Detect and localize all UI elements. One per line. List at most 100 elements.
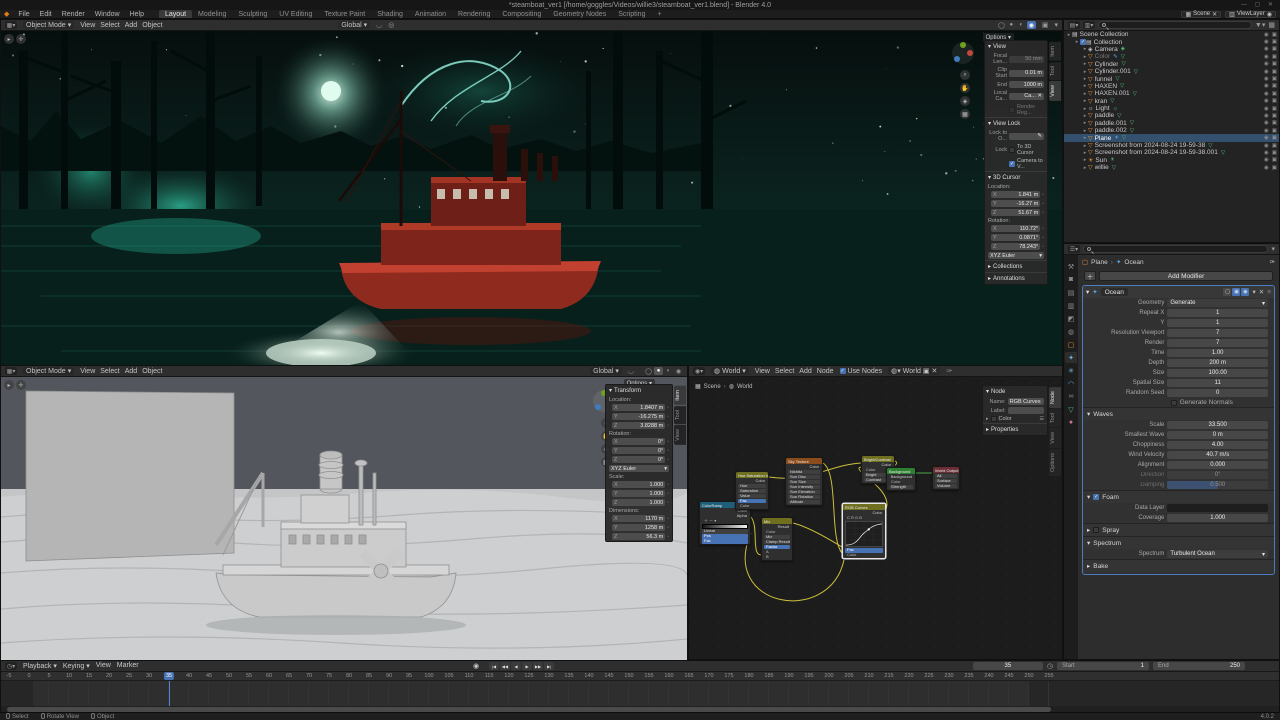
foam-section-header[interactable]: ▾✓Foam xyxy=(1083,490,1274,503)
to-3d-cursor-checkbox[interactable] xyxy=(1009,147,1015,153)
property-value-repeat-x[interactable]: 1 xyxy=(1167,309,1268,317)
camera-to-view-checkbox[interactable]: ✓ xyxy=(1009,161,1015,167)
menu-render[interactable]: Render xyxy=(57,10,90,18)
node-background[interactable]: BackgroundBackgroundColorStrength xyxy=(886,467,916,491)
rotation-order-dropdown[interactable]: XYZ Euler▾ xyxy=(988,252,1044,259)
lock-3d-cursor-row[interactable]: Lock To 3D Cursor xyxy=(985,143,1047,157)
filter-dropdown-icon[interactable]: ▾ xyxy=(1271,245,1275,253)
shading-rendered-button[interactable]: ◉ xyxy=(674,367,683,375)
property-value-time[interactable]: 1.00 xyxy=(1167,349,1268,357)
property-row[interactable]: Damping0.500 xyxy=(1083,480,1274,490)
property-row[interactable]: Random Seed0 xyxy=(1083,388,1274,398)
gizmos-icon[interactable]: ▾ xyxy=(1054,21,1058,29)
panel-collapsed-collections[interactable]: ▸Collections xyxy=(985,260,1047,272)
disable-render-toggle[interactable]: ▣ xyxy=(1272,46,1277,52)
npanel-tab-tool[interactable]: Tool xyxy=(674,406,686,424)
window-buttons[interactable]: — ▢ ✕ xyxy=(1241,1,1276,8)
axis-value-row[interactable]: X1170 m▫ xyxy=(606,514,672,523)
property-row[interactable]: SpectrumTurbulent Ocean▾ xyxy=(1083,549,1274,559)
outliner-row[interactable]: ▸▽HAXEN▽◉▣ xyxy=(1064,83,1279,90)
menu-help[interactable]: Help xyxy=(125,10,149,18)
property-value-direction[interactable]: 0° xyxy=(1167,471,1268,479)
lock-icon[interactable]: ▫ xyxy=(667,516,669,522)
view-setting-row[interactable]: End1000 m xyxy=(985,80,1047,89)
property-value-smallest-wave[interactable]: 0 m xyxy=(1167,431,1268,439)
gizmo-x-axis[interactable] xyxy=(967,50,973,56)
outliner-row[interactable]: ▸✓▤Collection◉▣ xyxy=(1064,38,1279,45)
workspace-tab-layout[interactable]: Layout xyxy=(159,10,192,18)
use-nodes-toggle[interactable]: ✓ Use Nodes xyxy=(840,368,883,375)
color-ramp-gradient[interactable] xyxy=(702,524,748,529)
property-row[interactable]: Coverage1.000 xyxy=(1083,513,1274,523)
properties-tab-view-layer[interactable]: ▥ xyxy=(1065,300,1077,311)
axis-value-row[interactable]: Y0°▫ xyxy=(606,446,672,455)
panel-collapsed-annotations[interactable]: ▸Annotations xyxy=(985,272,1047,284)
axis-z-field[interactable]: Z0° xyxy=(612,456,665,463)
lock-icon[interactable]: ▫ xyxy=(1042,226,1044,232)
menu-add[interactable]: Add xyxy=(125,368,137,375)
node-row-color[interactable]: Color xyxy=(738,504,766,509)
npanel-tab-view[interactable]: View xyxy=(1049,81,1061,101)
menu-view[interactable]: View xyxy=(80,22,95,29)
workspace-tab-scripting[interactable]: Scripting xyxy=(612,10,651,18)
properties-tab-particles[interactable]: ✳ xyxy=(1065,365,1077,376)
curve-channel-buttons[interactable]: C R G B xyxy=(845,516,883,521)
axis-value-row[interactable]: X110.72°▫ xyxy=(985,224,1047,233)
axis-value-row[interactable]: Y-16.275 m▫ xyxy=(606,412,672,421)
workspace-tab-modeling[interactable]: Modeling xyxy=(192,10,232,18)
solid-scene-image[interactable] xyxy=(1,377,687,660)
lock-icon[interactable]: ▫ xyxy=(667,500,669,506)
render-region-checkbox[interactable] xyxy=(1009,107,1015,113)
node-row-fac[interactable]: Fac xyxy=(702,539,748,544)
node-row-hue[interactable]: Hue xyxy=(738,484,766,489)
property-row[interactable]: Smallest Wave0 m xyxy=(1083,430,1274,440)
workspace-tab-sculpting[interactable]: Sculpting xyxy=(232,10,273,18)
orientation-dropdown[interactable]: Global▾ xyxy=(338,21,370,29)
pan-hand-icon[interactable]: ✋ xyxy=(960,83,970,93)
axis-z-field[interactable]: Z78.243° xyxy=(991,243,1040,250)
disable-render-toggle[interactable]: ▣ xyxy=(1272,120,1277,126)
disable-render-toggle[interactable]: ▣ xyxy=(1272,128,1277,134)
node-row-a[interactable]: A xyxy=(764,550,790,555)
view-lock-header[interactable]: ▾View Lock xyxy=(985,117,1047,129)
viewlayer-icons[interactable]: ◉ xyxy=(1267,11,1272,18)
node-row-sun-size[interactable]: Sun Size xyxy=(788,480,820,485)
modifier-name-field[interactable]: Ocean xyxy=(1101,288,1128,296)
view-setting-field[interactable]: Ca... ✕ xyxy=(1009,93,1044,100)
ocean-modifier-header[interactable]: ▾ ✦ Ocean ▢ ▣ ◉ ▾ ✕ ≡ xyxy=(1083,286,1274,298)
lock-icon[interactable]: ▫ xyxy=(1042,201,1044,207)
node-panel-header[interactable]: ▾Node xyxy=(983,386,1047,397)
playhead-line[interactable] xyxy=(169,681,170,706)
node-row-volume[interactable]: Volume xyxy=(935,484,957,489)
axis-x-field[interactable]: X1.000 xyxy=(612,481,665,488)
shader-type-dropdown[interactable]: ◍World▾ xyxy=(711,367,749,375)
outliner-row[interactable]: ▸▽Color✎▽◉▣ xyxy=(1064,53,1279,60)
node-header[interactable]: World Output xyxy=(933,467,959,473)
axis-z-field[interactable]: Z51.67 m xyxy=(991,209,1040,216)
axis-y-field[interactable]: Y0.0871° xyxy=(991,234,1040,241)
view-setting-row[interactable]: Local Ca...Ca... ✕ xyxy=(985,89,1047,103)
node-row-altitude[interactable]: Altitude xyxy=(788,500,820,505)
properties-tab-material[interactable]: ● xyxy=(1065,417,1077,428)
new-collection-icon[interactable]: ▦ xyxy=(1268,21,1275,29)
disable-render-toggle[interactable]: ▣ xyxy=(1272,143,1277,149)
disable-render-toggle[interactable]: ▣ xyxy=(1272,91,1277,97)
node-row-strength[interactable]: Strength xyxy=(889,485,913,490)
timeline-menu-keying[interactable]: Keying ▾ xyxy=(63,662,90,670)
modifier-drag-handle[interactable]: ≡ xyxy=(1267,289,1271,296)
unlink-icon[interactable]: ✕ xyxy=(932,367,938,375)
pin-icon[interactable]: ✑ xyxy=(946,367,952,375)
orientation-dropdown[interactable]: Global▾ xyxy=(590,367,622,375)
timeline-ruler[interactable]: -505101520253035404550556065707580859095… xyxy=(1,672,1279,681)
lock-icon[interactable]: ▫ xyxy=(667,457,669,463)
workspace-tab-shading[interactable]: Shading xyxy=(371,10,409,18)
next-keyframe-button[interactable]: ▶▶ xyxy=(533,662,543,670)
timeline-channels[interactable] xyxy=(1,681,1279,706)
tool-cursor-icon[interactable]: ✛ xyxy=(16,34,26,44)
shading-wireframe-button[interactable]: ◯ xyxy=(997,21,1006,29)
property-row[interactable]: Scale33.500 xyxy=(1083,420,1274,430)
axis-value-row[interactable]: Y1.000▫ xyxy=(606,489,672,498)
lock-icon[interactable]: ▫ xyxy=(667,525,669,531)
property-value-render[interactable]: 7 xyxy=(1167,339,1268,347)
generate-normals-checkbox[interactable] xyxy=(1171,400,1177,406)
